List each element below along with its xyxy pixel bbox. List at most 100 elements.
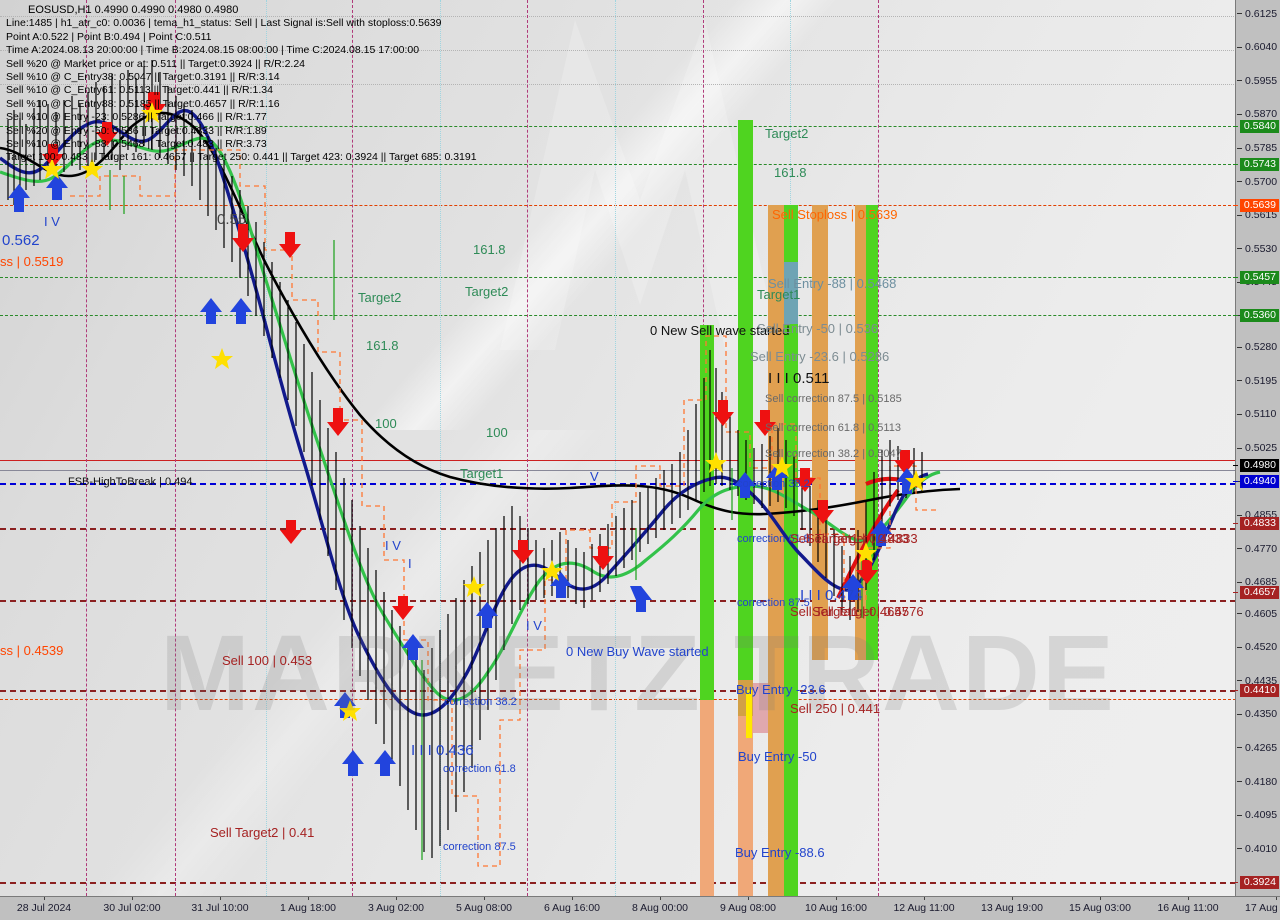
annotation-sell-target2: Sell Target2 | 0.41 xyxy=(210,825,315,840)
time-tick xyxy=(1276,897,1277,900)
annotation-newbuywave: 0 New Buy Wave started xyxy=(566,644,709,659)
price-label-05840: 0.5840 xyxy=(1232,120,1279,133)
annotation-target1-a: Target1 xyxy=(460,466,504,481)
annotation-fib-100-b: 100 xyxy=(486,425,508,440)
price-label-05360: 0.5360 xyxy=(1232,309,1279,322)
price-tick: 0.4520 xyxy=(1236,641,1280,653)
price-tick: 0.4010 xyxy=(1236,843,1280,855)
annotation-sell-stoploss: Sell Stoploss | 0.5639 xyxy=(772,207,898,222)
annotation-corr-382-a: correction 38.2 xyxy=(444,696,517,708)
time-label: 5 Aug 08:00 xyxy=(455,902,513,914)
annotation-sell-corr-382: Sell correction 38.2 | 0.5047 xyxy=(765,448,902,460)
annotation-roman-i-1: I xyxy=(408,556,412,571)
time-label: 17 Aug 19:00 xyxy=(1245,902,1280,914)
price-tick: 0.4350 xyxy=(1236,708,1280,720)
annotation-sell-250: Sell 250 | 0.441 xyxy=(790,701,881,716)
price-tick: 0.5955 xyxy=(1236,75,1280,87)
price-tick: 0.4265 xyxy=(1236,742,1280,754)
annotation-target1-b: Target1 xyxy=(757,287,801,302)
price-tick: 0.5280 xyxy=(1236,341,1280,353)
annotation-sell-target1-b: Sell Target | 0.4833 xyxy=(806,531,918,546)
annotation-corr-382-b: correction 38.2 xyxy=(737,478,810,490)
time-label: 12 Aug 11:00 xyxy=(893,902,955,914)
price-label-dash xyxy=(1232,882,1238,883)
price-label-dash xyxy=(1232,690,1238,691)
annotation-buy-entry-50: Buy Entry -50 xyxy=(738,749,817,764)
time-label: 1 Aug 18:00 xyxy=(279,902,337,914)
info-line-1: Point A:0.522 | Point B:0.494 | Point C:… xyxy=(6,30,212,43)
time-label: 6 Aug 16:00 xyxy=(543,902,601,914)
time-label: 8 Aug 00:00 xyxy=(631,902,689,914)
info-line-2: Time A:2024.08.13 20:00:00 | Time B:2024… xyxy=(6,44,420,57)
annotation-fib-1618-a: 161.8 xyxy=(366,338,399,353)
price-scale[interactable]: 0.6125 0.6040 0.5955 0.5870 0.5785 0.5700 0.56… xyxy=(1232,0,1280,896)
time-label: 10 Aug 16:00 xyxy=(805,902,867,914)
time-tick xyxy=(132,897,133,900)
chart-plot-area[interactable]: MARKETZ TRADE 0.562 ss | 0.5519 0.55 I V Tar… xyxy=(0,0,1236,896)
price-label-04657: 0.4657 xyxy=(1232,586,1279,599)
annotation-roman-iv-2: I V xyxy=(385,538,401,553)
time-label: 15 Aug 03:00 xyxy=(1069,902,1131,914)
time-tick xyxy=(308,897,309,900)
annotation-stoploss-5519: ss | 0.5519 xyxy=(0,254,64,269)
price-label-dash xyxy=(1232,164,1238,165)
time-label: 30 Jul 02:00 xyxy=(103,902,161,914)
price-label-03924: 0.3924 xyxy=(1232,876,1279,889)
info-line-8: Sell %20 @ Entry -50: 0.536 || Target:0.… xyxy=(6,124,267,137)
broker-watermark: MARKETZ TRADE xyxy=(160,612,1116,733)
annotation-sell-entry-50: Sell Entry -50 | 0.536 xyxy=(757,321,879,336)
price-label-04980: 0.4980 xyxy=(1232,459,1279,472)
annotation-target2-b: Target2 xyxy=(465,284,509,299)
annotation-stoploss-4539: ss | 0.4539 xyxy=(0,643,64,658)
indicator-info-panel: EOSUSD,H1 0.4990 0.4990 0.4980 0.4980 Li… xyxy=(6,4,477,165)
annotation-fib-100-a: 100 xyxy=(375,416,397,431)
price-label-dash xyxy=(1232,205,1238,206)
time-scale[interactable]: 28 Jul 2024 30 Jul 02:00 31 Jul 10:00 1 Aug… xyxy=(0,896,1280,920)
price-tick: 0.4605 xyxy=(1236,608,1280,620)
annotation-buy-entry-886: Buy Entry -88.6 xyxy=(735,845,825,860)
annotation-sell-target-b: Sell Target | 0.4576 xyxy=(812,604,924,619)
time-label: 13 Aug 19:00 xyxy=(981,902,1043,914)
info-line-0: Line:1485 | h1_atr_c0: 0.0036 | tema_h1_… xyxy=(6,17,442,30)
time-tick xyxy=(1188,897,1189,900)
annotation-sell-entry-236: Sell Entry -23.6 | 0.5286 xyxy=(750,349,890,364)
annotation-fib-1618-b: 161.8 xyxy=(473,242,506,257)
time-tick xyxy=(220,897,221,900)
time-tick xyxy=(748,897,749,900)
time-label: 16 Aug 11:00 xyxy=(1157,902,1219,914)
price-tick: 0.6040 xyxy=(1236,41,1280,53)
info-line-3: Sell %20 @ Market price or at: 0.511 || … xyxy=(6,57,305,70)
annotation-buy-entry-236: Buy Entry -23.6 xyxy=(736,682,826,697)
annotation-lvl-0511: I I I 0.511 xyxy=(768,370,830,387)
annotation-roman-iv-3: I V xyxy=(526,618,542,633)
price-tick: 0.6125 xyxy=(1236,8,1280,20)
price-tick: 0.4770 xyxy=(1236,543,1280,555)
price-tick: 0.5700 xyxy=(1236,176,1280,188)
annotation-target2-a: Target2 xyxy=(358,290,402,305)
price-label-dash xyxy=(1232,315,1238,316)
annotation-lvl-0474: I I I 0.474 xyxy=(800,587,863,604)
price-tick: 0.4180 xyxy=(1236,776,1280,788)
annotation-fsb-high: FSB-HighToBreak | 0.494 xyxy=(68,476,193,488)
price-label-05639: 0.5639 xyxy=(1232,199,1279,212)
time-label: 3 Aug 02:00 xyxy=(367,902,425,914)
info-line-10: Target 100: 0.483 || Target 161: 0.4657 … xyxy=(6,151,477,164)
price-label-04940: 0.4940 xyxy=(1232,475,1279,488)
annotation-corr-618-b: correction 61.8 xyxy=(443,763,516,775)
annotation-roman-v-1: V xyxy=(590,469,599,484)
price-tick: 0.4095 xyxy=(1236,809,1280,821)
info-line-5: Sell %10 @ C_Entry61: 0.5113 || Target:0… xyxy=(6,84,273,97)
price-label-05743: 0.5743 xyxy=(1232,158,1279,171)
price-label-dash xyxy=(1232,126,1238,127)
price-tick: 0.5025 xyxy=(1236,442,1280,454)
annotation-roman-iv-1: I V xyxy=(44,214,60,229)
price-label-04410: 0.4410 xyxy=(1232,684,1279,697)
annotation-target2-c: Target2 xyxy=(765,126,809,141)
time-tick xyxy=(572,897,573,900)
time-tick xyxy=(1100,897,1101,900)
price-tick: 0.5195 xyxy=(1236,375,1280,387)
time-tick xyxy=(484,897,485,900)
symbol-ohlc-line: EOSUSD,H1 0.4990 0.4990 0.4980 0.4980 xyxy=(28,4,239,16)
info-line-6: Sell %10 @ C_Entry88: 0.5185 || Target:0… xyxy=(6,97,280,110)
time-tick xyxy=(396,897,397,900)
